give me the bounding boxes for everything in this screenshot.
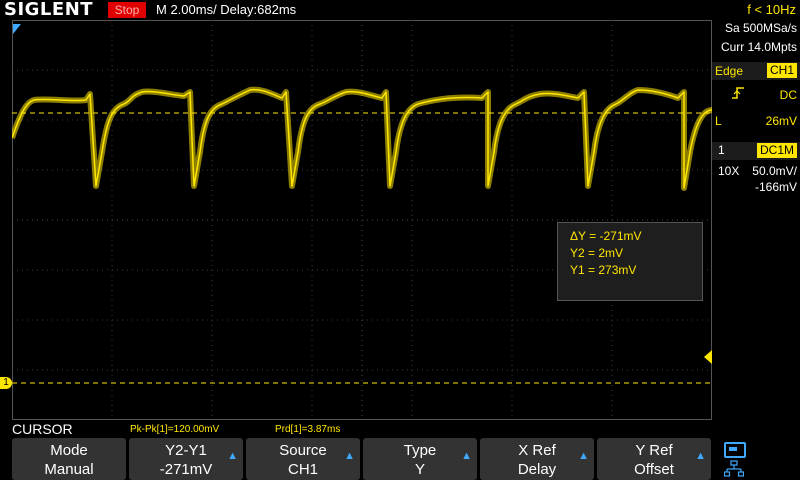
softkey-value: Y: [414, 461, 425, 478]
up-arrow-icon: ▲: [578, 450, 589, 462]
softkey-type[interactable]: Type Y ▲: [363, 438, 477, 480]
rising-edge-icon: [730, 86, 746, 103]
trigger-coupling: DC: [779, 88, 797, 102]
run-stop-indicator[interactable]: Stop: [108, 2, 146, 18]
channel-probe: 10X: [718, 164, 740, 178]
timebase-readout[interactable]: M 2.00ms/ Delay:682ms: [156, 0, 296, 20]
softkey-label: X Ref: [518, 442, 556, 459]
softkey-value: Delay: [517, 461, 557, 478]
softkey-source[interactable]: Source CH1 ▲: [246, 438, 360, 480]
trigger-level-value: 26mV: [765, 114, 797, 128]
channel-scale: 50.0mV/: [752, 164, 797, 178]
trigger-source: CH1: [766, 63, 797, 78]
channel1-header[interactable]: 1 DC1M: [712, 142, 800, 160]
softkey-label: Y Ref: [635, 442, 673, 459]
softkey-x-ref[interactable]: X Ref Delay ▲: [480, 438, 594, 480]
frequency-readout: f < 10Hz: [747, 2, 796, 17]
trigger-position-marker: [13, 24, 21, 34]
softkey-label: Y2-Y1: [165, 442, 207, 459]
softkey-label: Type: [403, 442, 437, 459]
top-status-bar: SIGLENT Stop M 2.00ms/ Delay:682ms f < 1…: [0, 0, 800, 20]
up-arrow-icon: ▲: [344, 450, 355, 462]
waveform-display[interactable]: [9, 20, 713, 420]
trigger-level-marker: [704, 350, 712, 364]
softkey-value: -271mV: [159, 461, 213, 478]
cursor-y1: Y1 = 273mV: [570, 263, 637, 277]
usb-icon: [724, 442, 746, 458]
status-icons: [716, 440, 800, 480]
up-arrow-icon: ▲: [461, 450, 472, 462]
trigger-header[interactable]: Edge CH1: [712, 62, 800, 80]
network-icon: [724, 460, 744, 477]
ch1-offset-marker[interactable]: 1: [0, 377, 12, 389]
ch1-trace: [9, 86, 713, 191]
softkey-value: Offset: [634, 461, 674, 478]
trigger-level-row[interactable]: L 26mV: [712, 112, 800, 130]
softkey-mode[interactable]: Mode Manual: [12, 438, 126, 480]
measurement-period: Prd[1]=3.87ms: [275, 424, 341, 435]
menu-title: CURSOR: [12, 421, 73, 437]
channel-coupling: DC1M: [756, 143, 797, 158]
trigger-type: Edge: [715, 64, 744, 78]
cursor-readout-box: ΔY = -271mV Y2 = 2mV Y1 = 273mV: [557, 222, 703, 301]
softkey-y2-y1[interactable]: Y2-Y1 -271mV ▲: [129, 438, 243, 480]
memory-depth: Curr 14.0Mpts: [720, 40, 797, 54]
cursor-delta-y: ΔY = -271mV: [570, 229, 642, 243]
softkey-value: Manual: [44, 461, 94, 478]
softkey-value: CH1: [287, 461, 318, 478]
sample-rate: Sa 500MSa/s: [724, 21, 797, 35]
trigger-level-label: L: [715, 114, 722, 128]
waveform-grid: [9, 20, 713, 420]
up-arrow-icon: ▲: [227, 450, 238, 462]
softkey-y-ref[interactable]: Y Ref Offset ▲: [597, 438, 711, 480]
measurement-pkpk: Pk-Pk[1]=120.00mV: [130, 424, 220, 435]
trigger-slope-row[interactable]: DC: [712, 86, 800, 104]
right-info-panel: Sa 500MSa/s Curr 14.0Mpts Edge CH1 DC L …: [712, 20, 800, 420]
channel-offset: -166mV: [754, 180, 797, 194]
softkey-label: Source: [279, 442, 327, 459]
softkey-label: Mode: [50, 442, 88, 459]
up-arrow-icon: ▲: [695, 450, 706, 462]
softkey-bar: Mode Manual Y2-Y1 -271mV ▲ Source CH1 ▲ …: [12, 438, 712, 480]
channel-number: 1: [718, 143, 725, 157]
brand-logo: SIGLENT: [4, 0, 94, 20]
cursor-y2: Y2 = 2mV: [570, 246, 624, 260]
